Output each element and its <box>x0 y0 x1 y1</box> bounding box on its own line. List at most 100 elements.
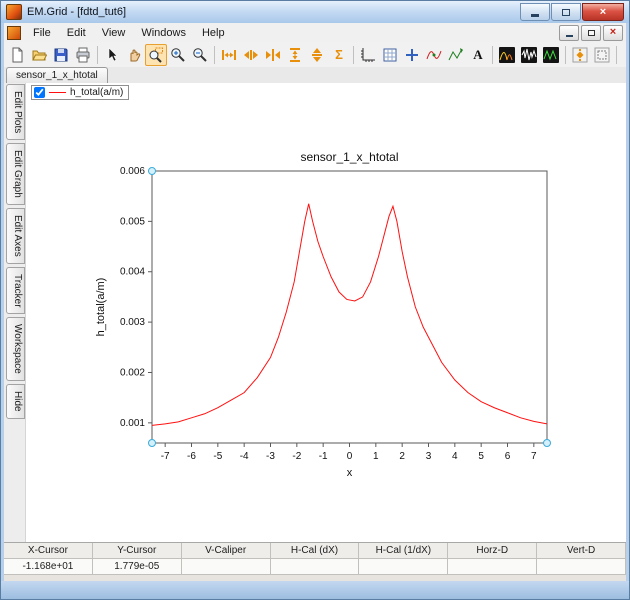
open-folder-icon <box>32 50 47 60</box>
fft-icon <box>499 46 515 63</box>
svg-text:7: 7 <box>531 451 537 462</box>
grid-button[interactable] <box>379 44 401 66</box>
status-header-horz-d: Horz-D <box>448 543 538 559</box>
sidetab-edit-plots[interactable]: Edit Plots <box>6 84 25 141</box>
status-header-h-cal-1dx: H-Cal (1/dX) <box>359 543 449 559</box>
svg-text:3: 3 <box>426 451 432 462</box>
expand-x-icon <box>244 49 258 60</box>
chart[interactable]: -7 -6 -5 -4 -3 -2 -1 0 1 2 3 4 5 6 7 0.001 0.002 0.003 0.0… <box>26 83 626 543</box>
sidetab-hide[interactable]: Hide <box>6 384 25 419</box>
compress-x-icon <box>266 48 280 61</box>
zoom-in-icon <box>171 47 185 62</box>
legend-box[interactable]: h_total(a/m) <box>31 85 130 100</box>
expand-y-button[interactable] <box>306 44 328 66</box>
text-tool-icon: A <box>473 46 483 62</box>
svg-text:5: 5 <box>478 451 484 462</box>
sidetab-workspace[interactable]: Workspace <box>6 317 25 382</box>
select-cursor-button[interactable] <box>101 44 123 66</box>
plot-canvas[interactable]: h_total(a/m) -7 -6 -5 -4 -3 -2 -1 0 1 2 3 4 5 6 7 0.001… <box>26 83 626 543</box>
sidetab-tracker[interactable]: Tracker <box>6 266 25 315</box>
menu-help[interactable]: Help <box>195 25 232 41</box>
mdi-restore-button[interactable] <box>581 24 601 41</box>
status-value-vert-d <box>537 559 626 575</box>
svg-text:0: 0 <box>347 451 353 462</box>
status-value-h-cal-dx <box>270 559 360 575</box>
axes-button[interactable] <box>357 44 379 66</box>
mdi-close-button[interactable]: × <box>603 24 623 41</box>
tab-sensor-1-x-htotal[interactable]: sensor_1_x_htotal <box>6 67 108 83</box>
mdi-restore-icon <box>587 29 595 36</box>
svg-text:4: 4 <box>452 451 458 462</box>
child-window-icon <box>7 25 21 40</box>
toolbar: Σ A Layou <box>4 42 626 68</box>
menu-view[interactable]: View <box>95 25 133 41</box>
window-frame-bottom[interactable] <box>1 581 629 599</box>
curve-tool-icon <box>426 50 442 59</box>
menu-file[interactable]: File <box>26 25 58 41</box>
polyline-tool-button[interactable] <box>445 44 467 66</box>
status-header-y-cursor: Y-Cursor <box>92 543 182 559</box>
minimize-button[interactable] <box>520 3 550 21</box>
status-value-x-cursor: -1.168e+01 <box>4 559 93 575</box>
print-icon <box>76 47 90 62</box>
svg-text:0.001: 0.001 <box>120 418 145 429</box>
fit-height-button[interactable] <box>284 44 306 66</box>
waveform-button[interactable] <box>518 44 540 66</box>
menu-edit[interactable]: Edit <box>60 25 93 41</box>
svg-text:6: 6 <box>505 451 511 462</box>
svg-text:h_total(a/m): h_total(a/m) <box>95 278 107 337</box>
open-folder-button[interactable] <box>28 44 50 66</box>
menu-windows[interactable]: Windows <box>134 25 193 41</box>
autoscale-sigma-button[interactable]: Σ <box>328 44 350 66</box>
fit-height-icon <box>290 47 300 62</box>
dock-box-button[interactable] <box>591 44 613 66</box>
fft-button[interactable] <box>496 44 518 66</box>
triangle-wave-icon <box>543 46 559 63</box>
svg-text:0.004: 0.004 <box>120 267 145 278</box>
svg-text:sensor_1_x_htotal: sensor_1_x_htotal <box>300 150 398 164</box>
curve-tool-button[interactable] <box>423 44 445 66</box>
dock-fit-button[interactable] <box>569 44 591 66</box>
expand-x-button[interactable] <box>240 44 262 66</box>
status-header-vert-d: Vert-D <box>537 543 626 559</box>
maximize-button[interactable] <box>551 3 581 21</box>
svg-text:0.002: 0.002 <box>120 367 145 378</box>
status-value-y-cursor: 1.779e-05 <box>92 559 182 575</box>
text-tool-button[interactable]: A <box>467 44 489 66</box>
sidetab-edit-axes[interactable]: Edit Axes <box>6 208 25 264</box>
triangle-wave-button[interactable] <box>540 44 562 66</box>
compress-x-button[interactable] <box>262 44 284 66</box>
svg-text:x: x <box>347 467 353 479</box>
legend-checkbox[interactable] <box>34 87 45 98</box>
grid-icon <box>383 48 397 61</box>
save-icon <box>54 48 68 61</box>
side-tabs: Edit Plots Edit Graph Edit Axes Tracker … <box>4 83 26 543</box>
app-icon <box>6 4 22 20</box>
maximize-icon <box>562 8 570 16</box>
pan-hand-button[interactable] <box>123 44 145 66</box>
titlebar[interactable]: EM.Grid - [fdtd_tut6] × <box>1 1 629 24</box>
save-button[interactable] <box>50 44 72 66</box>
zoom-in-button[interactable] <box>167 44 189 66</box>
new-document-button[interactable] <box>6 44 28 66</box>
zoom-window-button[interactable] <box>145 43 167 66</box>
svg-text:-3: -3 <box>266 451 275 462</box>
sidetab-edit-graph[interactable]: Edit Graph <box>6 143 25 206</box>
zoom-out-button[interactable] <box>189 44 211 66</box>
status-value-v-caliper <box>181 559 271 575</box>
svg-text:-1: -1 <box>319 451 328 462</box>
add-cross-button[interactable] <box>401 44 423 66</box>
app-window: EM.Grid - [fdtd_tut6] × File Edit View W… <box>0 0 630 600</box>
svg-text:-5: -5 <box>213 451 222 462</box>
svg-text:-2: -2 <box>292 451 301 462</box>
status-value-h-cal-1dx <box>359 559 449 575</box>
mdi-minimize-button[interactable] <box>559 24 579 41</box>
dock-box-icon <box>594 47 610 62</box>
status-header-x-cursor: X-Cursor <box>4 543 93 559</box>
fit-width-button[interactable] <box>218 44 240 66</box>
toolbar-separator <box>616 45 617 64</box>
print-button[interactable] <box>72 44 94 66</box>
tabbar: sensor_1_x_htotal <box>4 67 626 84</box>
close-button[interactable]: × <box>582 3 624 21</box>
window-frame-left <box>1 23 4 581</box>
